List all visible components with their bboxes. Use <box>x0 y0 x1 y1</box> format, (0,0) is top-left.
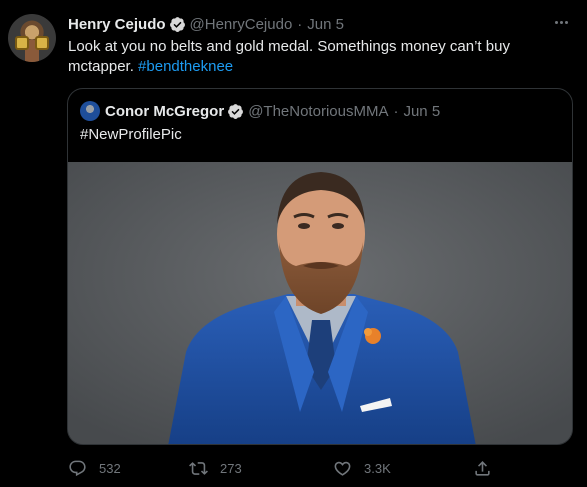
tweet[interactable]: Henry Cejudo @HenryCejudo · Jun 5 Look a… <box>0 0 587 487</box>
tweet-text: Look at you no belts and gold medal. Som… <box>68 37 548 77</box>
retweet-count: 273 <box>220 460 242 476</box>
heart-icon <box>334 461 351 476</box>
tweet-header: Henry Cejudo @HenryCejudo · Jun 5 <box>68 14 344 34</box>
quoted-tweet[interactable]: Conor McGregor @TheNotoriousMMA · Jun 5 … <box>67 88 573 445</box>
reply-icon <box>69 460 86 476</box>
belt-icon <box>35 36 49 50</box>
quoted-tweet-date: Jun 5 <box>403 102 441 120</box>
hashtag-link[interactable]: #bendtheknee <box>138 58 233 75</box>
reply-count: 532 <box>99 460 121 476</box>
quoted-tweet-photo[interactable] <box>68 162 572 444</box>
quoted-tweet-text: #NewProfilePic <box>80 126 182 143</box>
portrait-photo <box>68 162 572 444</box>
more-options-icon[interactable] <box>549 12 573 32</box>
like-count: 3.3K <box>364 460 391 476</box>
quoted-tweet-header: Conor McGregor @TheNotoriousMMA · Jun 5 <box>80 101 440 121</box>
retweet-button[interactable]: 273 <box>189 455 242 481</box>
author-handle[interactable]: @HenryCejudo <box>190 16 293 33</box>
separator: · <box>393 102 399 120</box>
author-avatar[interactable] <box>8 14 56 62</box>
quoted-author-name: Conor McGregor <box>105 102 225 120</box>
quoted-author-handle: @TheNotoriousMMA <box>248 102 389 120</box>
retweet-icon <box>189 461 208 475</box>
tweet-body: Look at you no belts and gold medal. Som… <box>68 38 510 75</box>
tweet-actions: 532 273 3.3K <box>68 455 508 481</box>
belt-icon <box>15 36 29 50</box>
separator: · <box>297 15 303 33</box>
like-button[interactable]: 3.3K <box>333 455 391 481</box>
share-icon <box>475 460 490 476</box>
quoted-author-avatar <box>80 101 100 121</box>
share-button[interactable] <box>473 455 504 481</box>
reply-button[interactable]: 532 <box>68 455 121 481</box>
tweet-date[interactable]: Jun 5 <box>307 16 344 33</box>
verified-badge-icon <box>169 16 185 32</box>
verified-badge-icon <box>228 103 244 119</box>
author-name[interactable]: Henry Cejudo <box>68 16 166 33</box>
